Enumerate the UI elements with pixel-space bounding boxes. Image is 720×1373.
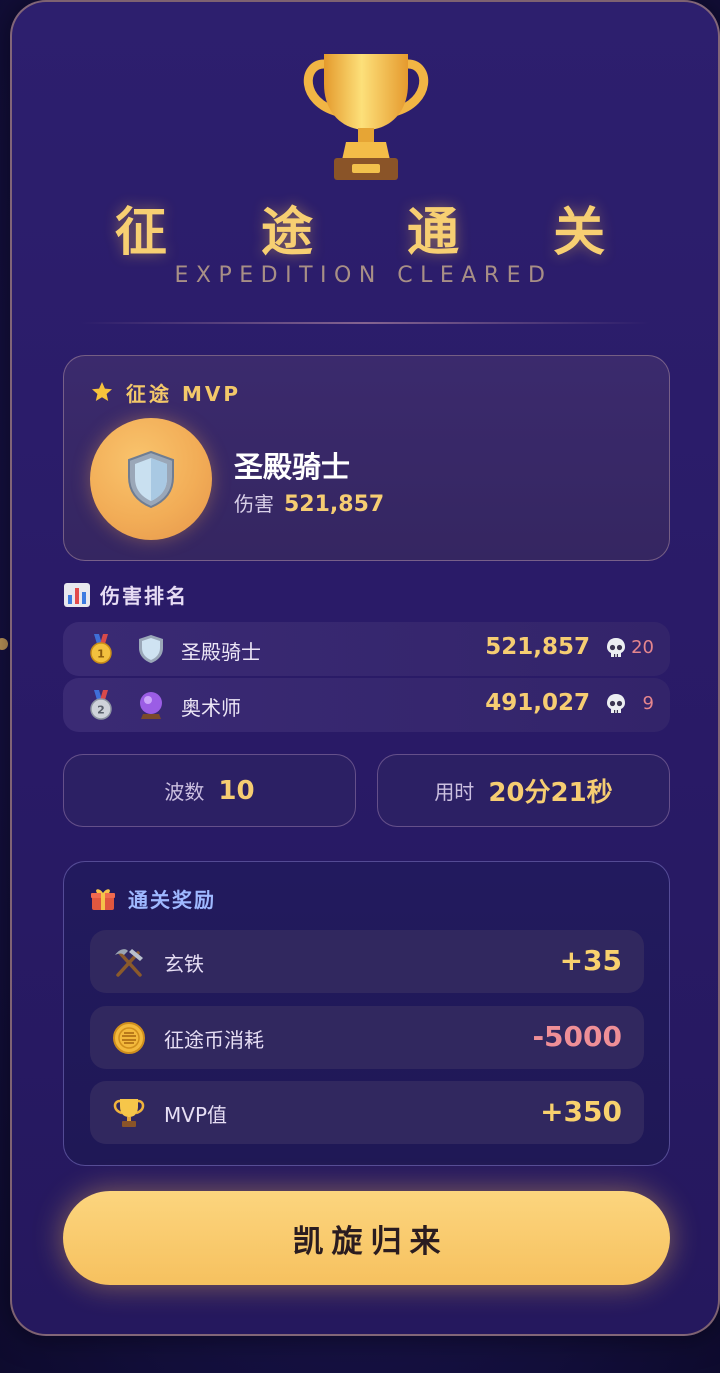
gold-medal-icon: 1 [90, 634, 112, 664]
mvp-label: 征途 MVP [126, 381, 242, 406]
mvp-header: 征途 MVP [90, 378, 241, 406]
skull-icon [607, 694, 625, 713]
ranking-header: 伤害排名 [64, 580, 188, 609]
reward-name: MVP值 [164, 1103, 227, 1127]
ranking-name: 圣殿骑士 [181, 640, 261, 664]
silver-medal-icon: 2 [90, 690, 112, 720]
svg-text:1: 1 [97, 648, 105, 661]
wave-value: 10 [218, 775, 255, 806]
page-title: 征 途 通 关 [114, 203, 644, 263]
gift-icon [91, 888, 115, 910]
reward-value: +35 [559, 944, 622, 977]
trophy-icon [303, 54, 429, 180]
shield-icon [128, 450, 174, 509]
ranking-title: 伤害排名 [100, 584, 188, 608]
time-stat: 用时 20分21秒 [377, 754, 670, 827]
time-value: 20分21秒 [488, 778, 613, 808]
ranking-row: 1 圣殿骑士 521,857 20 [63, 622, 670, 676]
coin-icon [113, 1022, 145, 1054]
avatar [90, 418, 212, 540]
mvp-damage-label: 伤害 [234, 492, 274, 516]
reward-name: 征途币消耗 [164, 1028, 264, 1052]
ranking-row: 2 奥术师 491,027 9 [63, 678, 670, 732]
reward-row: 征途币消耗 -5000 [90, 1006, 644, 1069]
mvp-card: 征途 MVP 圣殿骑士 伤害 521,857 [63, 355, 670, 561]
reward-value: +350 [540, 1095, 622, 1128]
wave-stat: 波数 10 [63, 754, 356, 827]
crystal-ball-icon [140, 692, 162, 719]
time-label: 用时 [434, 780, 475, 804]
trophy-icon [113, 1099, 145, 1127]
ranking-name: 奥术师 [181, 696, 241, 720]
page-subtitle: EXPEDITION CLEARED [174, 263, 553, 288]
shield-icon [139, 635, 163, 663]
hammer-pick-icon [115, 949, 143, 977]
reward-name: 玄铁 [164, 952, 204, 976]
ranking-kills: 9 [642, 693, 654, 714]
divider [80, 322, 650, 324]
bar-chart-icon [64, 582, 90, 607]
reward-row: 玄铁 +35 [90, 930, 644, 993]
skull-icon [607, 638, 625, 657]
ranking-kills: 20 [631, 637, 654, 658]
star-icon [92, 382, 112, 401]
mvp-name: 圣殿骑士 [234, 450, 351, 484]
rewards-card: 通关奖励 玄铁 +35 征途币消耗 -5000 MVP值 +350 [63, 861, 670, 1166]
return-button[interactable]: 凯旋归来 [63, 1191, 670, 1285]
ranking-damage: 521,857 [485, 634, 590, 660]
ranking-damage: 491,027 [485, 690, 590, 716]
rewards-header: 通关奖励 [90, 884, 216, 913]
svg-text:2: 2 [97, 704, 105, 717]
rewards-title: 通关奖励 [128, 888, 216, 912]
reward-row: MVP值 +350 [90, 1081, 644, 1144]
mvp-damage: 伤害 521,857 [234, 488, 384, 517]
reward-value: -5000 [532, 1020, 622, 1053]
mvp-damage-value: 521,857 [284, 492, 385, 517]
return-button-label: 凯旋归来 [292, 1223, 449, 1260]
wave-label: 波数 [164, 780, 205, 804]
